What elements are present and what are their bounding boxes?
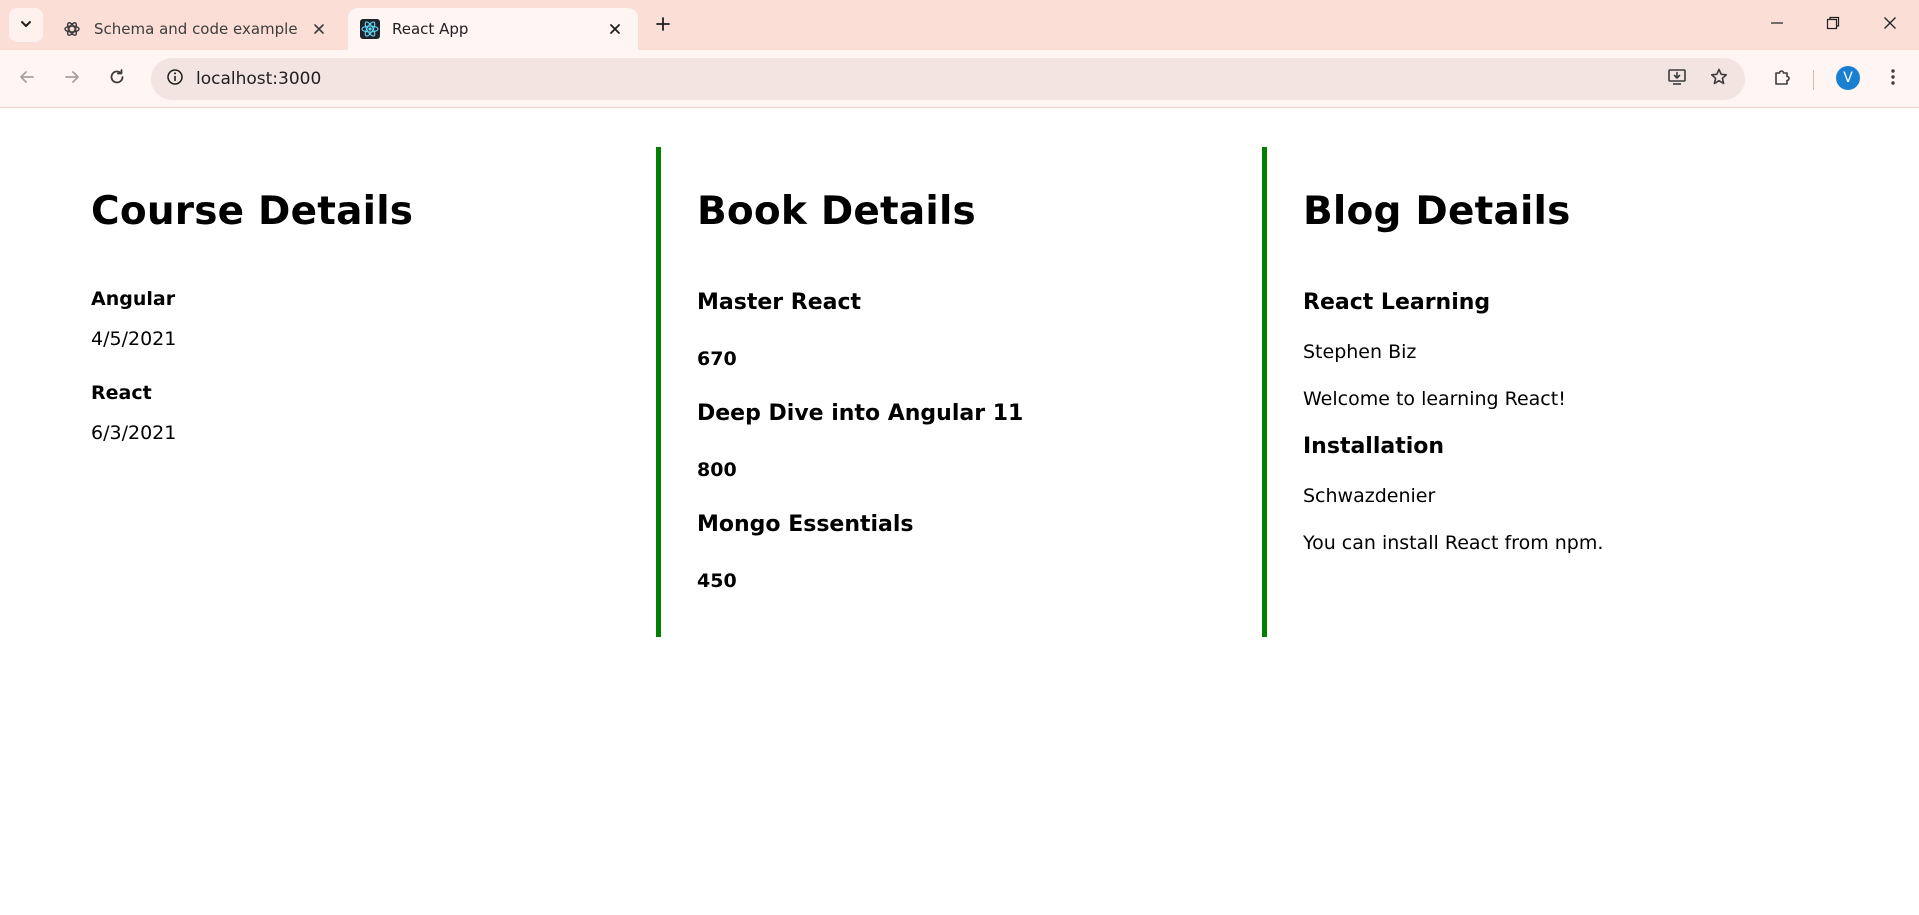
restore-icon bbox=[1826, 15, 1840, 34]
more-vertical-icon bbox=[1883, 67, 1903, 91]
toolbar-divider bbox=[1813, 70, 1814, 90]
blog-details-section: Blog Details React Learning Stephen Biz … bbox=[1262, 147, 1868, 637]
blog-details-heading: Blog Details bbox=[1303, 189, 1571, 234]
site-info-button[interactable] bbox=[159, 63, 191, 95]
star-icon bbox=[1709, 67, 1729, 91]
book-name: Mongo Essentials bbox=[697, 512, 914, 537]
blog-content: You can install React from npm. bbox=[1303, 532, 1604, 554]
openai-icon bbox=[62, 19, 82, 39]
blog-title: Installation bbox=[1303, 434, 1445, 459]
minimize-icon bbox=[1770, 15, 1784, 34]
puzzle-icon bbox=[1772, 67, 1792, 91]
course-name: React bbox=[91, 382, 152, 404]
course-date: 4/5/2021 bbox=[91, 328, 177, 350]
course-details-heading: Course Details bbox=[91, 189, 414, 234]
blog-content: Welcome to learning React! bbox=[1303, 388, 1566, 410]
install-app-icon bbox=[1667, 67, 1687, 91]
book-name: Master React bbox=[697, 290, 862, 315]
close-icon bbox=[1883, 15, 1897, 34]
book-price: 800 bbox=[697, 459, 737, 481]
bookmark-button[interactable] bbox=[1703, 63, 1735, 95]
book-price: 450 bbox=[697, 570, 737, 592]
tab-search-button[interactable] bbox=[9, 8, 43, 42]
book-details-heading: Book Details bbox=[697, 189, 976, 234]
page-content: Course Details Angular 4/5/2021 React 6/… bbox=[0, 109, 1919, 915]
close-icon[interactable] bbox=[602, 16, 628, 42]
forward-button[interactable] bbox=[55, 62, 89, 96]
close-icon[interactable] bbox=[306, 16, 332, 42]
minimize-button[interactable] bbox=[1755, 6, 1799, 42]
tab-schema-and-code-example[interactable]: Schema and code example bbox=[50, 8, 342, 50]
new-tab-button[interactable] bbox=[648, 11, 678, 41]
course-date: 6/3/2021 bbox=[91, 422, 177, 444]
reload-button[interactable] bbox=[100, 62, 134, 96]
course-details-section: Course Details Angular 4/5/2021 React 6/… bbox=[51, 147, 655, 637]
install-app-button[interactable] bbox=[1661, 63, 1693, 95]
tab-title: Schema and code example bbox=[94, 20, 298, 38]
blog-title: React Learning bbox=[1303, 290, 1491, 315]
browser-toolbar: localhost:3000 bbox=[0, 50, 1919, 108]
tab-title: React App bbox=[392, 20, 469, 38]
menu-button[interactable] bbox=[1876, 62, 1910, 96]
url-text: localhost:3000 bbox=[196, 69, 322, 89]
react-icon bbox=[360, 19, 380, 39]
book-name: Deep Dive into Angular 11 bbox=[697, 401, 1024, 426]
info-icon bbox=[166, 68, 184, 90]
blog-author: Stephen Biz bbox=[1303, 341, 1417, 363]
arrow-right-icon bbox=[63, 68, 81, 90]
back-button[interactable] bbox=[10, 62, 44, 96]
avatar[interactable]: V bbox=[1836, 66, 1860, 90]
reload-icon bbox=[108, 68, 126, 90]
arrow-left-icon bbox=[18, 68, 36, 90]
book-price: 670 bbox=[697, 348, 737, 370]
blog-author: Schwazdenier bbox=[1303, 485, 1436, 507]
extensions-button[interactable] bbox=[1765, 62, 1799, 96]
tab-strip: Schema and code example React App bbox=[0, 0, 1919, 50]
plus-icon bbox=[655, 16, 671, 36]
book-details-section: Book Details Master React 670 Deep Dive … bbox=[656, 147, 1262, 637]
close-window-button[interactable] bbox=[1868, 6, 1912, 42]
address-bar[interactable]: localhost:3000 bbox=[151, 58, 1745, 100]
tab-react-app[interactable]: React App bbox=[348, 8, 638, 50]
chevron-down-icon bbox=[19, 16, 33, 35]
restore-button[interactable] bbox=[1811, 6, 1855, 42]
course-name: Angular bbox=[91, 288, 176, 310]
